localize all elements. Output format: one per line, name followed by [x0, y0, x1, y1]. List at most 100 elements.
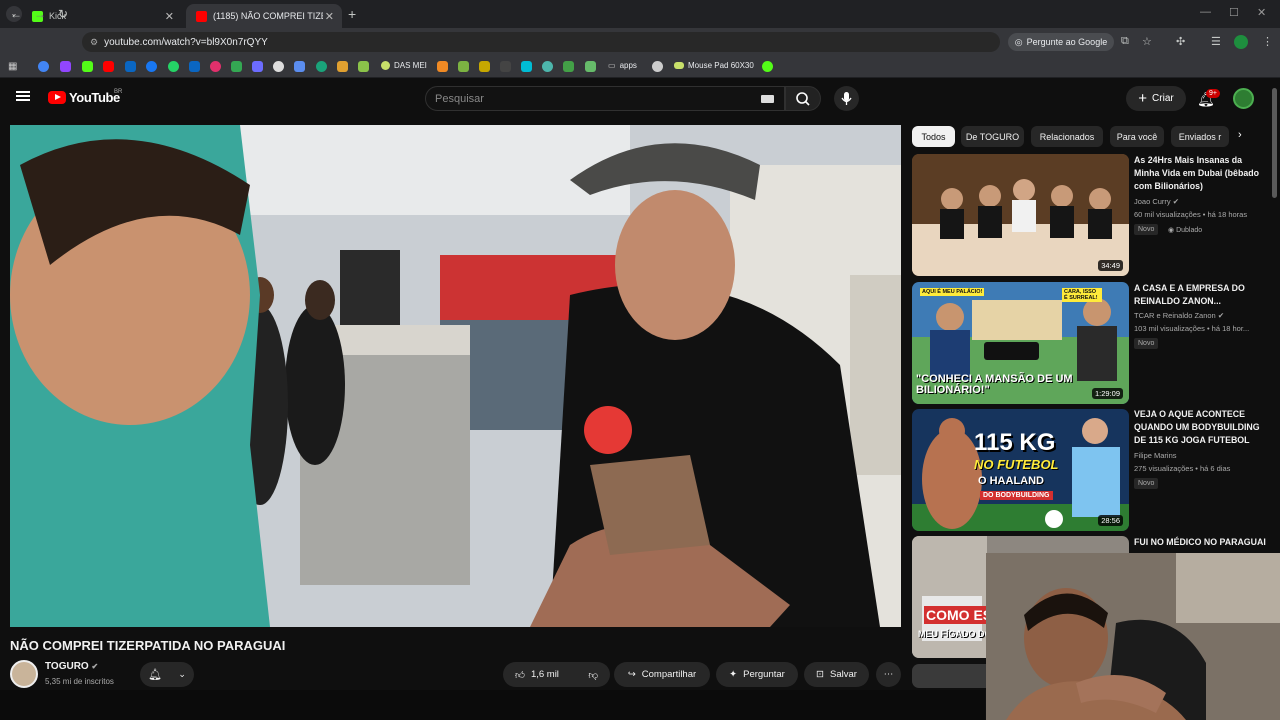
bookmark-icon[interactable] [437, 61, 448, 72]
thumbnail-text: NO FUTEBOL [974, 457, 1059, 472]
dubbed-label: Dublado [1176, 227, 1203, 234]
bell-icon: 🔔︎ [148, 669, 163, 681]
close-tab-icon[interactable]: ✕ [325, 10, 334, 23]
back-icon[interactable]: ← [10, 7, 22, 21]
chevron-right-icon[interactable]: › [1238, 129, 1242, 141]
thumbnail-text: O HAALAND [978, 475, 1044, 487]
kick-bookmark-icon[interactable] [82, 61, 93, 72]
close-window-icon[interactable]: ✕ [1257, 6, 1266, 19]
recommendation-meta: 103 mil visualizações • há 18 hor... [1134, 324, 1250, 333]
create-button[interactable]: + Criar [1126, 86, 1186, 111]
das-mei-icon [381, 61, 390, 70]
recommendation-channel[interactable]: Joao Curry ✔ [1134, 197, 1179, 206]
bookmark-folder-apps[interactable]: ▭ apps [608, 61, 637, 70]
bookmark-icon[interactable] [521, 61, 532, 72]
bookmark-icon[interactable] [125, 61, 136, 72]
chip-for-you[interactable]: Para você [1110, 126, 1164, 147]
save-button[interactable]: ⊡ Salvar [804, 662, 869, 687]
whatsapp-bookmark-icon[interactable] [168, 61, 179, 72]
recommendation-thumbnail[interactable]: AQUI É MEU PALÁCIO! CARA, ISSO É SURREAL… [912, 282, 1129, 404]
channel-avatar[interactable] [10, 660, 38, 688]
forward-icon[interactable]: → [34, 7, 46, 21]
voice-search-button[interactable] [834, 86, 859, 111]
recommendation-title[interactable]: As 24Hrs Mais Insanas da Minha Vida em D… [1134, 154, 1266, 193]
video-frame [10, 125, 901, 627]
like-button[interactable]: 👍︎ 1,6 mil [515, 669, 559, 681]
site-info-icon[interactable]: ⚙ [90, 37, 98, 48]
more-menu-icon[interactable]: ⋮ [1262, 35, 1273, 48]
bookmark-icon[interactable] [294, 61, 305, 72]
bookmark-icon[interactable] [585, 61, 596, 72]
google-bookmark-icon[interactable] [38, 61, 49, 72]
youtube-logo[interactable]: YouTube [48, 90, 120, 105]
bookmark-star-icon[interactable]: ☆ [1142, 35, 1152, 48]
chip-label: De TOGURO [965, 131, 1020, 142]
bookmark-icon[interactable] [563, 61, 574, 72]
recommendation-thumbnail[interactable]: 115 KG NO FUTEBOL O HAALAND DO BODYBUILD… [912, 409, 1129, 531]
cast-icon[interactable]: ⧉ [1121, 35, 1129, 48]
linkedin-bookmark-icon[interactable] [189, 61, 200, 72]
keyboard-icon[interactable] [761, 95, 774, 103]
browser-tab-kick[interactable]: Kick ✕ [22, 4, 182, 28]
sheets-bookmark-icon[interactable] [231, 61, 242, 72]
youtube-bookmark-icon[interactable] [103, 61, 114, 72]
recommendation-title[interactable]: VEJA O AQUE ACONTECE QUANDO UM BODYBUILD… [1134, 408, 1266, 447]
chip-uploaded[interactable]: Enviados r [1171, 126, 1229, 147]
bookmark-icon[interactable] [458, 61, 469, 72]
ask-button[interactable]: ✦ Perguntar [716, 662, 798, 687]
facebook-bookmark-icon[interactable] [146, 61, 157, 72]
channel-text: TCAR e Reinaldo Zanon [1134, 311, 1216, 320]
chip-related[interactable]: Relacionados [1031, 126, 1103, 147]
video-player[interactable] [10, 125, 901, 627]
new-tab-icon[interactable]: + [348, 6, 356, 22]
profile-icon[interactable] [1234, 35, 1248, 49]
youtube-wordmark: YouTube [69, 90, 120, 105]
region-label: BR [114, 89, 123, 95]
close-tab-icon[interactable]: ✕ [165, 10, 174, 23]
twitch-bookmark-icon[interactable] [60, 61, 71, 72]
reload-icon[interactable]: ↻ [58, 7, 68, 21]
instagram-bookmark-icon[interactable] [210, 61, 221, 72]
bookmark-icon[interactable] [542, 61, 553, 72]
bookmark-icon[interactable] [358, 61, 369, 72]
search-icon [796, 92, 810, 106]
more-actions-button[interactable]: ⋯ [876, 662, 901, 687]
bookmark-icon[interactable] [316, 61, 327, 72]
menu-icon[interactable] [16, 91, 30, 101]
recommendation-title[interactable]: FUI NO MÉDICO NO PARAGUAI [1134, 536, 1266, 553]
bookmark-mouse-pad[interactable]: Mouse Pad 60X30 [674, 61, 754, 70]
bookmark-das-mei[interactable]: DAS MEI [381, 61, 427, 70]
dislike-button[interactable]: 👎︎ [588, 669, 598, 681]
recommendation-channel[interactable]: Filipe Marins [1134, 451, 1177, 460]
ask-google-button[interactable]: ◎ Pergunte ao Google [1008, 33, 1114, 51]
maximize-icon[interactable]: ☐ [1229, 6, 1239, 19]
kick-bookmark-icon[interactable] [762, 61, 773, 72]
bookmark-icon[interactable] [479, 61, 490, 72]
search-button[interactable] [785, 86, 821, 111]
subscription-bell-button[interactable]: 🔔︎ ⌄ [140, 662, 194, 687]
sparkle-icon: ✦ [729, 669, 738, 680]
extensions-icon[interactable]: ✣ [1176, 35, 1185, 48]
reading-list-icon[interactable]: ☰ [1211, 35, 1221, 48]
recommendation-title[interactable]: A CASA E A EMPRESA DO REINALDO ZANON... [1134, 282, 1266, 308]
share-button[interactable]: ↪ Compartilhar [614, 662, 710, 687]
bookmark-icon[interactable] [652, 61, 663, 72]
bookmark-icon[interactable] [252, 61, 263, 72]
address-bar[interactable]: ⚙ youtube.com/watch?v=bl9X0n7rQYY [82, 32, 1000, 52]
page-scrollbar[interactable] [1272, 88, 1277, 198]
channel-name-text: TOGURO [45, 661, 89, 672]
chip-from-channel[interactable]: De TOGURO [961, 126, 1024, 147]
apps-grid-icon[interactable]: ▦ [8, 61, 17, 72]
bookmark-icon[interactable] [500, 61, 511, 72]
chip-all[interactable]: Todos [912, 126, 955, 147]
minimize-icon[interactable]: — [1200, 6, 1211, 18]
bookmark-icon[interactable] [273, 61, 284, 72]
browser-tab-youtube[interactable]: (1185) NÃO COMPREI TIZERPATIDA ✕ [186, 4, 342, 28]
recommendation-thumbnail[interactable]: 34:49 [912, 154, 1129, 276]
thumbnail-text: "CONHECI A MANSÃO DE UM BILIONÁRIO!" [916, 373, 1073, 396]
channel-name[interactable]: TOGURO ✔ [45, 661, 98, 672]
bookmark-icon[interactable] [337, 61, 348, 72]
account-avatar[interactable] [1233, 88, 1254, 109]
recommendation-channel[interactable]: TCAR e Reinaldo Zanon ✔ [1134, 311, 1224, 320]
search-input[interactable]: Pesquisar [425, 86, 785, 111]
